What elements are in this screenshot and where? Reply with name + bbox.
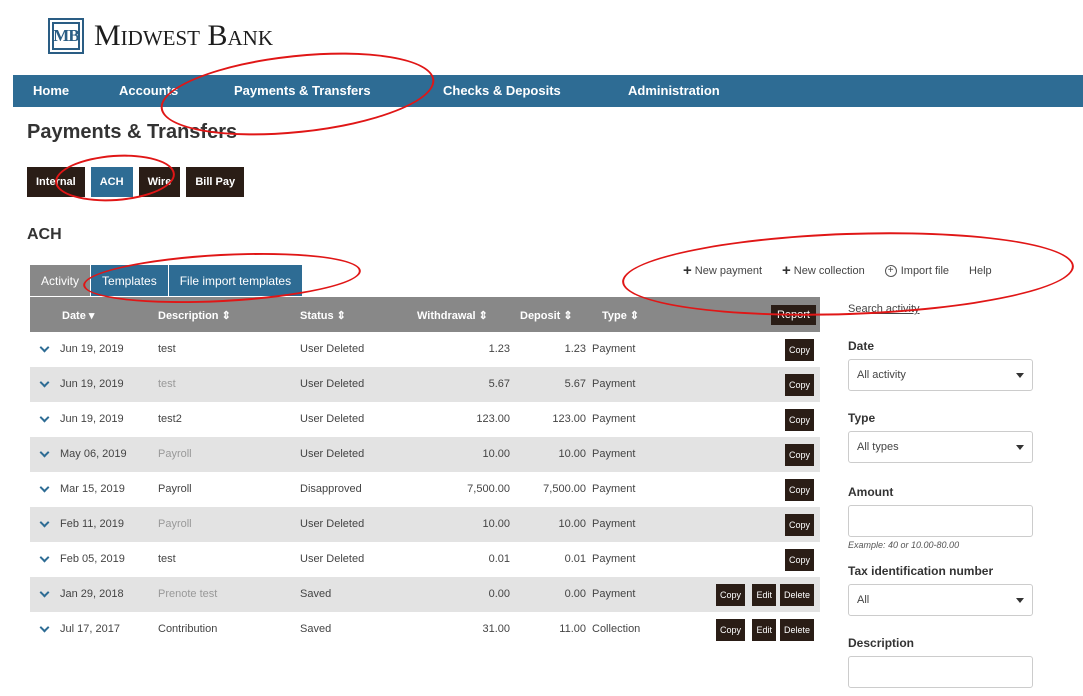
delete-button[interactable]: Delete (779, 584, 814, 606)
type-select[interactable]: All types (848, 431, 1033, 463)
copy-button[interactable]: Copy (784, 479, 814, 501)
amount-label: Amount (848, 485, 894, 499)
table-row[interactable]: Jan 29, 2018 Prenote test Saved 0.00 0.0… (30, 577, 820, 612)
table-row[interactable]: May 06, 2019 Payroll User Deleted 10.00 … (30, 437, 820, 472)
table-row[interactable]: Mar 15, 2019 Payroll Disapproved 7,500.0… (30, 472, 820, 507)
subnav-wire[interactable]: Wire (138, 167, 181, 197)
plus-icon: + (782, 262, 791, 279)
chevron-down-icon[interactable] (40, 624, 48, 632)
table-row[interactable]: Feb 05, 2019 test User Deleted 0.01 0.01… (30, 542, 820, 577)
help-link[interactable]: Help (969, 265, 992, 277)
copy-button[interactable]: Copy (784, 339, 814, 361)
caret-down-icon (1016, 444, 1024, 450)
subnav-internal[interactable]: Internal (27, 167, 85, 197)
header-type[interactable]: Type ⇕ (602, 309, 639, 322)
import-file-link[interactable]: + Import file (884, 264, 950, 277)
tab-file-import-templates[interactable]: File import templates (168, 265, 304, 296)
header-status[interactable]: Status ⇕ (300, 309, 346, 322)
search-activity-link[interactable]: Search activity (848, 303, 1048, 315)
chevron-down-icon[interactable] (40, 379, 48, 387)
header-deposit[interactable]: Deposit ⇕ (520, 309, 573, 322)
copy-button[interactable]: Copy (784, 444, 814, 466)
header-withdrawal[interactable]: Withdrawal ⇕ (417, 309, 488, 322)
copy-button[interactable]: Copy (784, 549, 814, 571)
edit-button[interactable]: Edit (752, 619, 776, 641)
search-filters: Search activity Date All activity Type A… (848, 303, 1048, 688)
chevron-down-icon[interactable] (40, 554, 48, 562)
bank-logo[interactable]: MB Midwest Bank (48, 14, 273, 58)
caret-down-icon (1016, 372, 1024, 378)
import-icon: + (884, 264, 897, 277)
new-payment-link[interactable]: + New payment (683, 263, 762, 278)
subnav-bill-pay[interactable]: Bill Pay (186, 167, 245, 197)
new-collection-link[interactable]: + New collection (782, 263, 865, 278)
ach-activity-table: Date ▾ Description ⇕ Status ⇕ Withdrawal… (30, 297, 820, 647)
table-row[interactable]: Jun 19, 2019 test User Deleted 5.67 5.67… (30, 367, 820, 402)
plus-icon: + (683, 262, 692, 279)
tin-select[interactable]: All (848, 584, 1033, 616)
type-label: Type (848, 411, 876, 425)
amount-input[interactable] (848, 505, 1033, 537)
copy-button[interactable]: Copy (715, 619, 745, 641)
chevron-down-icon[interactable] (40, 449, 48, 457)
amount-hint: Example: 40 or 10.00-80.00 (848, 540, 960, 550)
table-row[interactable]: Jun 19, 2019 test User Deleted 1.23 1.23… (30, 332, 820, 367)
chevron-down-icon[interactable] (40, 484, 48, 492)
nav-accounts[interactable]: Accounts (119, 83, 178, 98)
nav-checks-deposits[interactable]: Checks & Deposits (443, 83, 561, 98)
new-payment-label: New payment (694, 264, 763, 277)
nav-payments-transfers[interactable]: Payments & Transfers (234, 83, 371, 98)
chevron-down-icon[interactable] (40, 589, 48, 597)
bank-name: Midwest Bank (94, 19, 273, 52)
top-navigation: Home Accounts Payments & Transfers Check… (13, 75, 1083, 107)
new-collection-label: New collection (793, 264, 865, 277)
date-label: Date (848, 339, 875, 353)
section-title: ACH (27, 226, 62, 243)
delete-button[interactable]: Delete (779, 619, 814, 641)
import-file-label: Import file (900, 264, 950, 277)
tab-activity[interactable]: Activity (30, 265, 92, 296)
copy-button[interactable]: Copy (715, 584, 745, 606)
description-input[interactable] (848, 656, 1033, 688)
description-label: Description (848, 636, 915, 650)
date-select[interactable]: All activity (848, 359, 1033, 391)
ach-actions: + New payment + New collection + Import … (683, 263, 1012, 278)
subnav-ach[interactable]: ACH (90, 167, 133, 197)
edit-button[interactable]: Edit (752, 584, 776, 606)
table-row[interactable]: Jul 17, 2017 Contribution Saved 31.00 11… (30, 612, 820, 647)
table-row[interactable]: Jun 19, 2019 test2 User Deleted 123.00 1… (30, 402, 820, 437)
logo-mark: MB (48, 18, 84, 54)
chevron-down-icon[interactable] (40, 414, 48, 422)
header-date[interactable]: Date ▾ (62, 309, 94, 322)
nav-administration[interactable]: Administration (628, 83, 720, 98)
tin-label: Tax identification number (848, 564, 994, 578)
ach-tabs: Activity Templates File import templates (30, 265, 304, 296)
copy-button[interactable]: Copy (784, 514, 814, 536)
chevron-down-icon[interactable] (40, 344, 48, 352)
chevron-down-icon[interactable] (40, 519, 48, 527)
table-header: Date ▾ Description ⇕ Status ⇕ Withdrawal… (30, 297, 820, 332)
header-description[interactable]: Description ⇕ (158, 309, 231, 322)
report-button[interactable]: Report (770, 305, 816, 325)
page-title: Payments & Transfers (27, 121, 238, 143)
caret-down-icon (1016, 597, 1024, 603)
payment-type-nav: Internal ACH Wire Bill Pay (27, 167, 245, 197)
nav-home[interactable]: Home (33, 83, 69, 98)
table-row[interactable]: Feb 11, 2019 Payroll User Deleted 10.00 … (30, 507, 820, 542)
copy-button[interactable]: Copy (784, 374, 814, 396)
copy-button[interactable]: Copy (784, 409, 814, 431)
tab-templates[interactable]: Templates (91, 265, 169, 296)
